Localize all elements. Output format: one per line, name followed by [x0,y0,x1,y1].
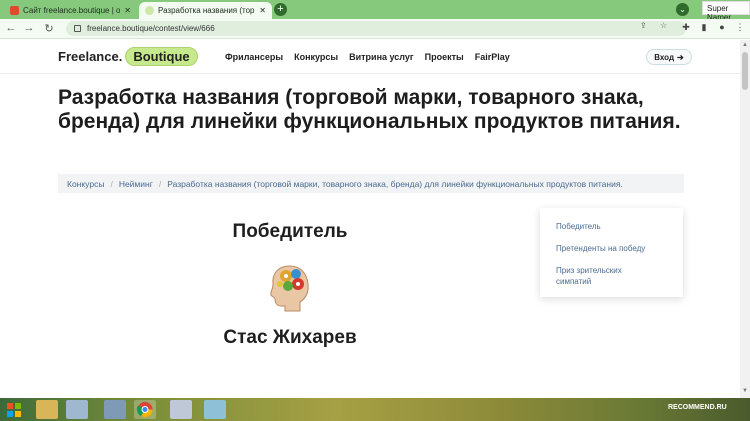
breadcrumb-separator: / [110,178,113,189]
close-icon[interactable]: ✕ [124,6,131,15]
tab-title: Разработка названия (торговой [158,6,255,15]
side-link-audience-prize[interactable]: Приз зрительских симпатий [556,265,648,287]
back-icon[interactable]: ← [4,22,18,34]
bookmark-star-icon[interactable]: ☆ [660,21,667,30]
site-header: Freelance. Boutique Фрилансеры Конкурсы … [0,40,740,74]
site-favicon-icon [10,6,19,15]
chrome-icon[interactable] [134,400,156,419]
browser-tab-reviews[interactable]: Сайт freelance.boutique | отзывы ✕ [4,2,137,19]
breadcrumb-separator: / [158,178,162,189]
tab-search-button[interactable]: ⌄ [676,3,689,16]
windows-start-icon[interactable] [6,402,22,418]
browser-tab-contest[interactable]: Разработка названия (торговой ✕ [139,2,272,19]
watermark-text: RECOMMEND.RU [668,404,727,411]
page-title: Разработка названия (торговой марки, тов… [58,86,681,133]
login-label: Вход [654,52,675,62]
scroll-up-icon[interactable]: ▲ [742,42,748,48]
nav-item-freelancers[interactable]: Фрилансеры [225,52,283,62]
logo-text: Freelance. [58,49,123,64]
contest-side-nav: Победитель Претенденты на победу Приз зр… [540,208,683,297]
forward-icon[interactable]: → [22,22,36,34]
extensions-icon[interactable]: ✚ [680,22,692,33]
nav-item-fairplay[interactable]: FairPlay [475,52,510,62]
site-favicon-icon [145,6,154,15]
nav-item-contests[interactable]: Конкурсы [294,52,338,62]
menu-kebab-icon[interactable]: ⋮ [734,22,746,33]
nav-item-projects[interactable]: Проекты [425,52,464,62]
side-link-contenders[interactable]: Претенденты на победу [556,243,683,254]
close-icon[interactable]: ✕ [259,6,266,15]
browser-toolbar: ← → ↻ freelance.boutique/contest/view/66… [0,19,750,39]
reload-icon[interactable]: ↻ [42,22,56,35]
tab-title: Сайт freelance.boutique | отзывы [23,6,121,15]
calculator-icon[interactable] [170,400,192,419]
side-panel-icon[interactable]: ▮ [698,22,710,33]
logo-pill: Boutique [125,47,198,66]
new-tab-button[interactable]: + [274,3,287,16]
nav-item-services[interactable]: Витрина услуг [349,52,414,62]
notes-app-icon[interactable] [204,400,226,419]
address-bar[interactable]: freelance.boutique/contest/view/666 [66,21,686,36]
photos-app-icon[interactable] [66,400,88,419]
login-button[interactable]: Вход ➔ [646,49,692,65]
share-icon[interactable]: ⇪ [640,21,647,30]
winner-name[interactable]: Стас Жихарев [180,327,400,349]
winner-heading: Победитель [232,221,348,242]
winner-avatar[interactable] [266,262,314,312]
lock-icon [74,25,81,32]
site-logo[interactable]: Freelance. Boutique [58,47,198,66]
side-link-winner[interactable]: Победитель [556,221,683,232]
breadcrumb: Конкурсы / Нейминг / Разработка названия… [58,174,684,193]
profile-avatar-icon[interactable]: ● [716,22,728,32]
page-scrollbar[interactable] [740,40,750,398]
file-explorer-icon[interactable] [36,400,58,419]
scrollbar-thumb[interactable] [742,52,748,90]
breadcrumb-current: Разработка названия (торговой марки, тов… [167,178,623,189]
url-text: freelance.boutique/contest/view/666 [87,24,215,33]
paint-app-icon[interactable] [104,400,126,419]
main-nav: Фрилансеры Конкурсы Витрина услуг Проект… [225,52,510,62]
arrow-right-icon: ➔ [677,52,684,62]
breadcrumb-contests[interactable]: Конкурсы [67,179,104,189]
scroll-down-icon[interactable]: ▼ [742,388,748,394]
profile-name[interactable]: Super Namer [702,1,750,22]
breadcrumb-naming[interactable]: Нейминг [119,179,153,189]
